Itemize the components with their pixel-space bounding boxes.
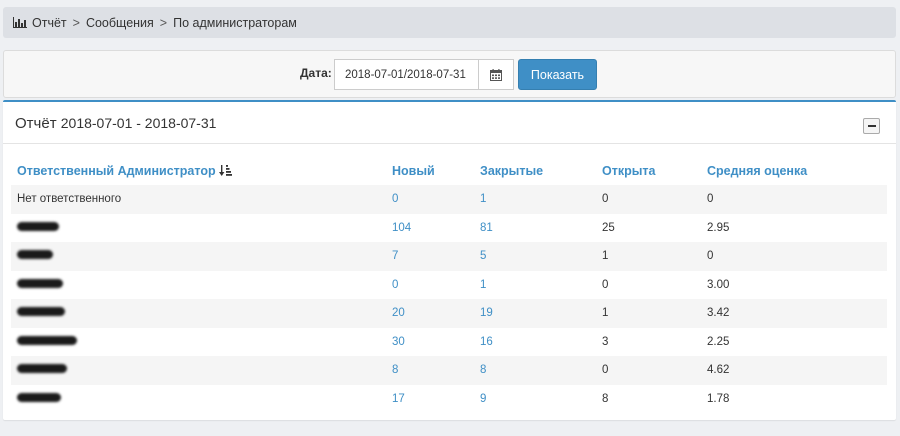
- average-rating: 4.62: [701, 356, 887, 385]
- report-header: Отчёт 2018-07-01 - 2018-07-31: [3, 102, 896, 144]
- sort-amount-icon: [218, 165, 232, 176]
- redacted-name-mark: [17, 364, 67, 374]
- date-label: Дата:: [300, 66, 332, 80]
- breadcrumb: Отчёт > Сообщения > По администраторам: [3, 7, 896, 38]
- table-row: 30 16 3 2.25: [11, 328, 887, 357]
- bar-chart-icon: [13, 17, 27, 28]
- average-rating: 0: [701, 242, 887, 271]
- column-header-rating[interactable]: Средняя оценка: [701, 157, 887, 185]
- average-rating: 2.25: [707, 335, 730, 348]
- show-button[interactable]: Показать: [518, 59, 597, 90]
- average-rating: 2.95: [707, 221, 730, 234]
- redacted-name-mark: [17, 307, 65, 317]
- table-row: 8 8 0 4.62: [11, 356, 887, 385]
- admin-name: Нет ответственного: [11, 185, 386, 214]
- open-count: 3: [602, 335, 609, 348]
- table-row: 7 5 1 0: [11, 242, 887, 271]
- breadcrumb-item-messages[interactable]: Сообщения: [86, 16, 154, 30]
- open-count: 1: [596, 242, 701, 271]
- open-count: 1: [596, 299, 701, 328]
- open-count: 0: [596, 356, 701, 385]
- closed-count-link[interactable]: 8: [474, 356, 596, 385]
- new-count-link[interactable]: 8: [386, 356, 474, 385]
- new-count-link[interactable]: 0: [386, 185, 474, 214]
- closed-count-link[interactable]: 1: [474, 185, 596, 214]
- admin-name-redacted: [11, 328, 386, 357]
- average-rating: 0: [701, 185, 887, 214]
- closed-count-link[interactable]: 16: [474, 328, 596, 357]
- open-count: 8: [602, 392, 609, 405]
- breadcrumb-separator: >: [159, 15, 168, 30]
- minus-icon: [867, 125, 876, 127]
- report-table: Ответственный Администратор Новый Закрыт…: [11, 157, 887, 413]
- breadcrumb-item-by-admins: По администраторам: [173, 15, 297, 30]
- redacted-name-mark: [17, 278, 63, 288]
- table-row: 17 9 8 1.78: [11, 385, 887, 414]
- column-header-closed[interactable]: Закрытые: [474, 157, 596, 185]
- report-panel: Отчёт 2018-07-01 - 2018-07-31 Ответствен…: [3, 100, 896, 420]
- average-rating: 3.00: [707, 278, 730, 291]
- redacted-name-mark: [17, 392, 61, 402]
- closed-count-link[interactable]: 19: [474, 299, 596, 328]
- table-row: 104 81 25 2.95: [11, 214, 887, 243]
- collapse-button[interactable]: [863, 118, 880, 134]
- filter-panel: Дата: Показать: [3, 50, 896, 98]
- breadcrumb-item-report[interactable]: Отчёт: [32, 16, 67, 30]
- new-count-link[interactable]: 104: [386, 214, 474, 243]
- admin-name-redacted: [11, 356, 386, 385]
- report-title-range: 2018-07-01 - 2018-07-31: [60, 115, 217, 131]
- admin-name-redacted: [11, 242, 386, 271]
- calendar-button[interactable]: [478, 59, 514, 90]
- table-row: 20 19 1 3.42: [11, 299, 887, 328]
- closed-count-link[interactable]: 1: [474, 271, 596, 300]
- admin-name-redacted: [11, 214, 386, 243]
- open-count: 25: [602, 221, 615, 234]
- new-count-link[interactable]: 30: [386, 328, 474, 357]
- report-title: Отчёт 2018-07-01 - 2018-07-31: [15, 115, 216, 132]
- new-count-link[interactable]: 0: [386, 271, 474, 300]
- table-row: Нет ответственного 0 1 0 0: [11, 185, 887, 214]
- new-count-link[interactable]: 7: [386, 242, 474, 271]
- average-rating: 3.42: [701, 299, 887, 328]
- admin-name-redacted: [11, 271, 386, 300]
- breadcrumb-separator: >: [72, 15, 80, 30]
- date-range-input[interactable]: [334, 59, 478, 90]
- closed-count-link[interactable]: 5: [474, 242, 596, 271]
- open-count: 0: [602, 278, 609, 291]
- report-title-prefix: Отчёт: [15, 115, 57, 132]
- redacted-name-mark: [17, 250, 53, 260]
- column-header-admin[interactable]: Ответственный Администратор: [11, 157, 386, 185]
- new-count-link[interactable]: 17: [386, 385, 474, 414]
- closed-count-link[interactable]: 9: [474, 385, 596, 414]
- column-header-new[interactable]: Новый: [386, 157, 474, 185]
- calendar-icon: [490, 68, 502, 81]
- redacted-name-mark: [17, 221, 59, 231]
- open-count: 0: [596, 185, 701, 214]
- new-count-link[interactable]: 20: [386, 299, 474, 328]
- column-header-open[interactable]: Открыта: [596, 157, 701, 185]
- admin-name-redacted: [11, 385, 386, 414]
- table-row: 0 1 0 3.00: [11, 271, 887, 300]
- average-rating: 1.78: [707, 392, 730, 405]
- admin-name-redacted: [11, 299, 386, 328]
- redacted-name-mark: [17, 335, 77, 345]
- closed-count-link[interactable]: 81: [474, 214, 596, 243]
